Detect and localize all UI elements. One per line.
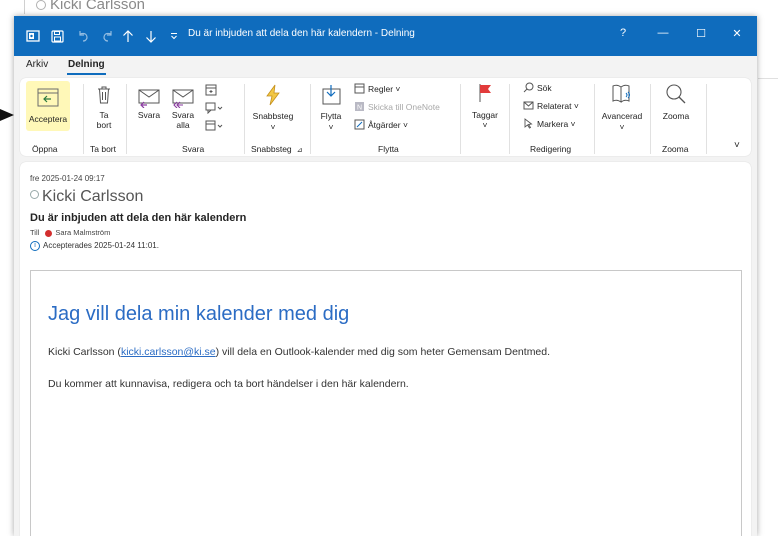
actions-icon <box>354 119 365 130</box>
help-button[interactable]: ? <box>614 27 632 39</box>
group-move-label: Flytta <box>378 144 399 154</box>
presence-icon <box>30 190 39 200</box>
divider <box>594 84 595 154</box>
rules-icon <box>354 83 365 94</box>
chevron-down-icon: ˅ <box>328 122 334 132</box>
chevron-down-icon: ˅ <box>270 122 276 132</box>
divider <box>509 84 510 154</box>
reply-all-icon <box>172 89 194 108</box>
maximize-button[interactable]: ☐ <box>692 27 710 40</box>
delete-label-line2: bort <box>96 120 112 130</box>
related-label: Relaterat ˅ <box>537 101 579 111</box>
divider <box>650 84 651 154</box>
save-icon[interactable] <box>48 27 66 45</box>
email-link[interactable]: kicki.carlsson@ki.se <box>121 346 216 358</box>
ribbon-tabs: Arkiv Delning <box>14 56 757 78</box>
arrow-up-icon[interactable] <box>119 27 137 45</box>
zoom-label: Zooma <box>662 111 690 121</box>
reading-pane: fre 2025-01-24 09:17 Kicki Carlsson Du ä… <box>20 162 751 536</box>
group-editing-label: Redigering <box>530 144 572 154</box>
reply-all-label-line1: Svara <box>171 110 195 120</box>
group-respond-label: Svara <box>182 144 205 154</box>
immersive-reader-icon <box>612 84 630 103</box>
reply-label: Svara <box>137 110 161 120</box>
reply-icon <box>138 89 160 108</box>
background-sender: Kicki Carlsson <box>36 0 145 13</box>
presence-icon <box>36 0 46 11</box>
rules-label: Regler ˅ <box>368 84 401 94</box>
flag-icon <box>479 84 491 102</box>
tab-delning[interactable]: Delning <box>68 59 105 70</box>
active-tab-indicator <box>67 73 106 75</box>
select-label: Markera ˅ <box>537 119 576 129</box>
title-bar: Du är inbjuden att dela den här kalender… <box>14 16 757 56</box>
message-subject: Du är inbjuden att dela den här kalender… <box>30 212 247 224</box>
advanced-label: Avancerad <box>601 111 643 121</box>
chevron-down-icon: ˅ <box>482 120 488 130</box>
close-button[interactable]: ✕ <box>728 27 746 40</box>
delete-label-line1: Ta <box>99 110 109 120</box>
customize-toolbar-icon[interactable] <box>165 27 183 45</box>
dialog-launcher-icon[interactable]: ⊿ <box>297 147 303 154</box>
tags-label: Taggar <box>472 110 498 120</box>
body-paragraph: Kicki Carlsson (kicki.carlsson@ki.se) vi… <box>48 346 551 358</box>
search-icon <box>523 82 534 93</box>
divider <box>706 84 707 154</box>
trash-icon <box>98 86 110 104</box>
group-delete-label: Ta bort <box>90 144 116 154</box>
message-window: Du är inbjuden att dela den här kalender… <box>14 16 757 536</box>
divider <box>244 84 245 154</box>
background-divider <box>24 0 25 14</box>
more-respond-icon[interactable] <box>205 120 223 132</box>
meeting-icon[interactable] <box>205 84 217 96</box>
arrow-down-icon[interactable] <box>142 27 160 45</box>
tab-arkiv[interactable]: Arkiv <box>26 59 48 70</box>
lightning-icon <box>266 84 280 106</box>
accept-calendar-icon <box>37 88 59 107</box>
group-zoom-label: Zooma <box>662 144 689 154</box>
recipient-name[interactable]: Sara Malmström <box>55 228 110 237</box>
window-title: Du är inbjuden att dela den här kalender… <box>188 28 415 39</box>
info-icon: i <box>30 241 40 251</box>
ribbon-collapse-chevron-icon[interactable]: ˅ <box>734 141 740 151</box>
background-line <box>758 78 778 79</box>
ribbon: Acceptera Öppna Ta bort Ta bort Svara Sv… <box>20 78 751 156</box>
accept-label: Acceptera <box>28 114 68 124</box>
group-open-label: Öppna <box>32 144 58 154</box>
pointer-arrow-icon <box>0 109 14 121</box>
minimize-button[interactable]: — <box>654 27 672 39</box>
divider <box>126 84 127 154</box>
divider <box>83 84 84 154</box>
recipient-line: Till Sara Malmström <box>30 228 111 237</box>
onenote-icon: N <box>355 102 364 112</box>
body-headline: Jag vill dela min kalender med dig <box>48 303 350 325</box>
related-icon <box>523 101 534 110</box>
cursor-icon <box>524 118 533 129</box>
chevron-down-icon: ˅ <box>619 122 625 132</box>
sender-name: Kicki Carlsson <box>30 188 143 206</box>
divider <box>310 84 311 154</box>
info-bar: i Accepterades 2025-01-24 11:01. <box>30 241 159 251</box>
status-dot-icon <box>45 229 53 237</box>
reply-all-label-line2: alla <box>176 120 190 130</box>
quicksteps-label: Snabbsteg <box>252 111 294 121</box>
search-label: Sök <box>537 83 552 93</box>
im-reply-icon[interactable] <box>205 102 223 114</box>
svg-text:N: N <box>357 105 362 112</box>
background-left <box>0 0 14 536</box>
undo-icon[interactable] <box>74 27 92 45</box>
outlook-app-icon <box>24 27 42 45</box>
move-label: Flytta <box>320 111 342 121</box>
divider <box>460 84 461 154</box>
message-body: Jag vill dela min kalender med dig Kicki… <box>30 270 742 536</box>
body-paragraph-2: Du kommer att kunnavisa, redigera och ta… <box>48 378 409 390</box>
actions-label: Åtgärder ˅ <box>368 120 408 130</box>
sent-date: fre 2025-01-24 09:17 <box>30 174 105 183</box>
move-folder-icon <box>322 85 341 105</box>
magnifier-icon <box>666 84 686 104</box>
accept-button[interactable]: Acceptera <box>26 81 70 131</box>
onenote-label: Skicka till OneNote <box>368 102 440 112</box>
redo-icon[interactable] <box>98 27 116 45</box>
group-quicksteps-label: Snabbsteg ⊿ <box>251 144 303 154</box>
